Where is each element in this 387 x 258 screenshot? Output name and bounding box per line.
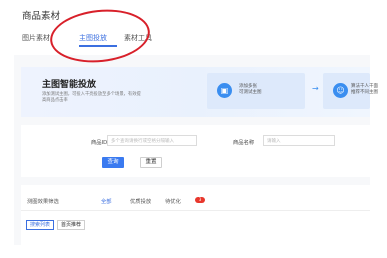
view-tab-home-recommend[interactable]: 首页推荐 — [57, 220, 85, 230]
step-algorithm-text: 算法千人千面 推荐不同主图 — [351, 84, 378, 95]
step-add-images-text: 添加多张 可测试主图 — [239, 84, 262, 95]
product-name-input[interactable]: 请输入 — [263, 135, 335, 146]
step-algorithm-recommend: ☺ 算法千人千面 推荐不同主图 — [323, 73, 378, 109]
search-button[interactable]: 查询 — [102, 157, 124, 168]
product-name-label: 商品名称 — [233, 140, 255, 146]
product-id-label: 商品ID — [91, 140, 108, 146]
page-title: 商品素材 — [22, 11, 61, 22]
image-icon: ▣ — [217, 83, 232, 98]
filter-tab-all[interactable]: 全部 — [101, 197, 112, 205]
people-icon: ☺ — [333, 83, 348, 98]
result-filter-label: 测图效果筛选 — [27, 199, 59, 205]
product-id-input[interactable]: 多个查询请换行或空格分隔输入 — [107, 135, 197, 146]
filter-panel: 商品ID 多个查询请换行或空格分隔输入 商品名称 请输入 查询 重置 — [21, 125, 370, 177]
reset-button[interactable]: 重置 — [140, 157, 162, 168]
filter-tab-quality[interactable]: 优质投放 — [130, 197, 151, 205]
arrow-right-icon: → — [312, 84, 319, 93]
banner-description: 添加测试主图，可投入千亮投放至多个场景，有效提高商品点击率 — [42, 92, 141, 103]
intro-banner: 主图智能投放 添加测试主图，可投入千亮投放至多个场景，有效提高商品点击率 ▣ 添… — [21, 67, 378, 117]
view-tab-search-list[interactable]: 搜索列表 — [26, 220, 54, 230]
tab-image-material[interactable]: 图片素材 — [22, 33, 50, 43]
divider — [21, 210, 370, 211]
banner-title: 主图智能投放 — [42, 80, 97, 90]
count-badge: 3 — [195, 197, 205, 203]
filter-tab-to-optimize[interactable]: 待优化 — [165, 197, 181, 205]
step-add-images: ▣ 添加多张 可测试主图 — [207, 73, 305, 109]
results-panel: 测图效果筛选 全部 优质投放 待优化 3 搜索列表 首页推荐 — [21, 185, 370, 245]
